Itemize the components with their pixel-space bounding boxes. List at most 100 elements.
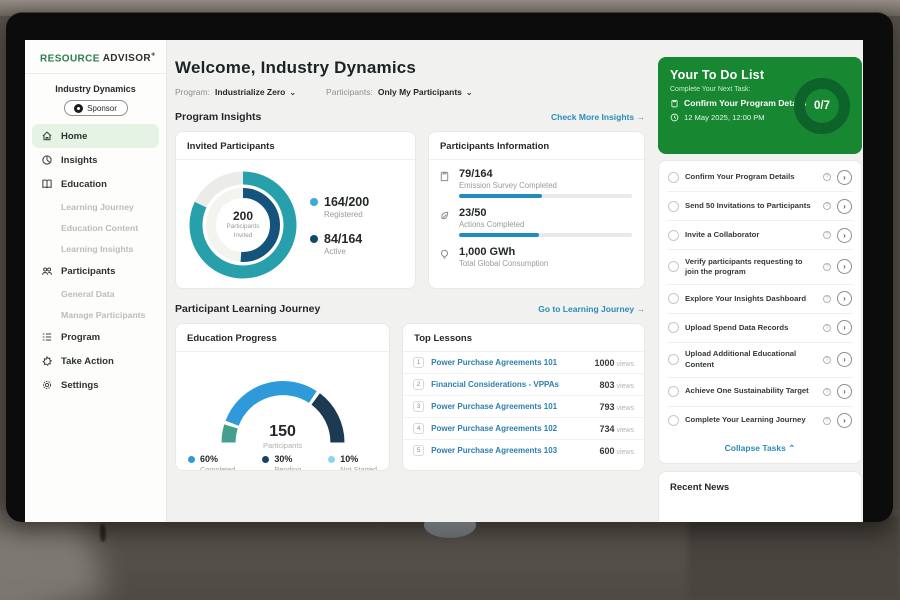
sidebar-item-insights[interactable]: Insights xyxy=(25,148,166,172)
task-row: Confirm Your Program Details ? › xyxy=(667,163,853,192)
education-gauge-chart: 150 Participants xyxy=(198,358,368,450)
scene: RESOURCE ADVISOR+ Industry Dynamics Spon… xyxy=(0,0,900,600)
registered-label: Registered xyxy=(324,210,369,219)
lesson-link[interactable]: Power Purchase Agreements 101 xyxy=(431,402,592,411)
todo-panel: Your To Do List Complete Your Next Task:… xyxy=(658,57,862,522)
sidebar-item-manage-participants[interactable]: Manage Participants xyxy=(25,304,166,325)
task-row: Explore Your Insights Dashboard ? › xyxy=(667,285,853,314)
task-checkbox[interactable] xyxy=(668,261,679,272)
participants-filter-label: Participants: xyxy=(326,87,373,97)
legend-dot xyxy=(262,456,269,463)
background-shadow-right xyxy=(688,515,900,600)
task-checkbox[interactable] xyxy=(668,230,679,241)
task-checkbox[interactable] xyxy=(668,354,679,365)
task-info-icon: ? xyxy=(823,263,831,271)
task-open-button[interactable]: › xyxy=(837,352,852,367)
lesson-row: 4 Power Purchase Agreements 102 734views xyxy=(403,418,644,440)
org-name: Industry Dynamics xyxy=(25,84,166,94)
todo-tasks-card: Confirm Your Program Details ? › Send 50… xyxy=(658,160,862,464)
legend-item-active: 84/164 Active xyxy=(310,232,369,256)
task-checkbox[interactable] xyxy=(668,172,679,183)
sidebar-item-learning-insights[interactable]: Learning Insights xyxy=(25,238,166,259)
todo-summary-card: Your To Do List Complete Your Next Task:… xyxy=(658,57,862,154)
sidebar-item-program[interactable]: Program xyxy=(25,325,166,349)
sidebar-item-label: Program xyxy=(61,332,100,343)
check-more-insights-link[interactable]: Check More Insights → xyxy=(551,112,645,122)
task-row: Invite a Collaborator ? › xyxy=(667,221,853,250)
task-checkbox[interactable] xyxy=(668,386,679,397)
task-label: Verify participants requesting to join t… xyxy=(685,257,817,278)
task-open-button[interactable]: › xyxy=(837,259,852,274)
lesson-link[interactable]: Power Purchase Agreements 102 xyxy=(431,424,592,433)
collapse-tasks-link[interactable]: Collapse Tasks ⌃ xyxy=(667,435,853,461)
sidebar-item-take-action[interactable]: Take Action xyxy=(25,349,166,373)
emission-survey-progressbar xyxy=(459,194,632,198)
card-title: Top Lessons xyxy=(403,324,644,352)
participants-filter-select[interactable]: Only My Participants ⌄ xyxy=(378,87,473,97)
chevron-up-icon: ⌃ xyxy=(788,443,795,453)
global-consumption-label: Total Global Consumption xyxy=(459,259,632,268)
lesson-link[interactable]: Power Purchase Agreements 103 xyxy=(431,446,592,455)
sidebar-item-participants[interactable]: Participants xyxy=(25,259,166,283)
task-open-button[interactable]: › xyxy=(837,199,852,214)
task-checkbox[interactable] xyxy=(668,322,679,333)
completed-label: Completed xyxy=(200,465,235,471)
lesson-views: 803views xyxy=(599,380,634,390)
actions-completed-row: 23/50 Actions Completed xyxy=(439,207,632,237)
sidebar-item-label: Insights xyxy=(61,155,97,166)
task-open-button[interactable]: › xyxy=(837,384,852,399)
not-started-pct: 10% xyxy=(340,454,377,464)
sidebar-item-settings[interactable]: Settings xyxy=(25,373,166,397)
sponsor-badge[interactable]: Sponsor xyxy=(64,100,128,116)
task-info-icon: ? xyxy=(823,388,831,396)
task-checkbox[interactable] xyxy=(668,201,679,212)
emission-survey-value: 79/164 xyxy=(459,168,632,180)
sidebar-item-home[interactable]: Home xyxy=(32,124,159,148)
section-title: Participant Learning Journey xyxy=(175,303,320,315)
lesson-views: 600views xyxy=(599,446,634,456)
background-object xyxy=(100,524,106,542)
gauge-center-value: 150 xyxy=(198,423,368,441)
lesson-link[interactable]: Financial Considerations - VPPAs xyxy=(431,380,592,389)
task-checkbox[interactable] xyxy=(668,415,679,426)
leaf-icon xyxy=(439,207,451,237)
task-info-icon: ? xyxy=(823,356,831,364)
arrow-right-icon: → xyxy=(637,112,646,122)
lesson-rank: 1 xyxy=(413,357,424,368)
task-open-button[interactable]: › xyxy=(837,228,852,243)
task-open-button[interactable]: › xyxy=(837,291,852,306)
sidebar-item-education[interactable]: Education xyxy=(25,172,166,196)
legend-dot xyxy=(328,456,335,463)
sidebar-item-label: Education xyxy=(61,179,107,190)
task-label: Explore Your Insights Dashboard xyxy=(685,294,817,304)
sidebar-item-learning-journey[interactable]: Learning Journey xyxy=(25,196,166,217)
task-open-button[interactable]: › xyxy=(837,170,852,185)
lesson-row: 2 Financial Considerations - VPPAs 803vi… xyxy=(403,374,644,396)
sponsor-icon xyxy=(74,104,83,113)
sidebar-item-general-data[interactable]: General Data xyxy=(25,283,166,304)
program-filter-select[interactable]: Industrialize Zero ⌄ xyxy=(215,87,296,97)
task-open-button[interactable]: › xyxy=(837,320,852,335)
lesson-views: 793views xyxy=(599,402,634,412)
task-checkbox[interactable] xyxy=(668,293,679,304)
education-progress-card: Education Progress 150 Participants xyxy=(175,323,390,471)
sidebar-item-label: Participants xyxy=(61,266,115,277)
go-to-learning-journey-link[interactable]: Go to Learning Journey → xyxy=(538,304,645,314)
task-label: Achieve One Sustainability Target xyxy=(685,386,817,396)
task-label: Invite a Collaborator xyxy=(685,230,817,240)
task-open-button[interactable]: › xyxy=(837,413,852,428)
sidebar-item-label: Take Action xyxy=(61,356,114,367)
task-label: Complete Your Learning Journey xyxy=(685,415,817,425)
sidebar-nav: Home Insights Education Learning Journey… xyxy=(25,124,166,397)
sidebar-item-education-content[interactable]: Education Content xyxy=(25,217,166,238)
dashboard-screen: RESOURCE ADVISOR+ Industry Dynamics Spon… xyxy=(25,40,863,522)
lesson-link[interactable]: Power Purchase Agreements 101 xyxy=(431,358,587,367)
active-label: Active xyxy=(324,247,362,256)
education-legend: 60% Completed 30% Pending xyxy=(176,450,389,471)
arrow-right-icon: → xyxy=(637,304,646,314)
legend-item-pending: 30% Pending xyxy=(262,454,301,471)
legend-item-registered: 164/200 Registered xyxy=(310,195,369,219)
task-info-icon: ? xyxy=(823,231,831,239)
card-title: Invited Participants xyxy=(176,132,415,160)
insights-cards-row: Invited Participants 200 xyxy=(175,131,645,289)
